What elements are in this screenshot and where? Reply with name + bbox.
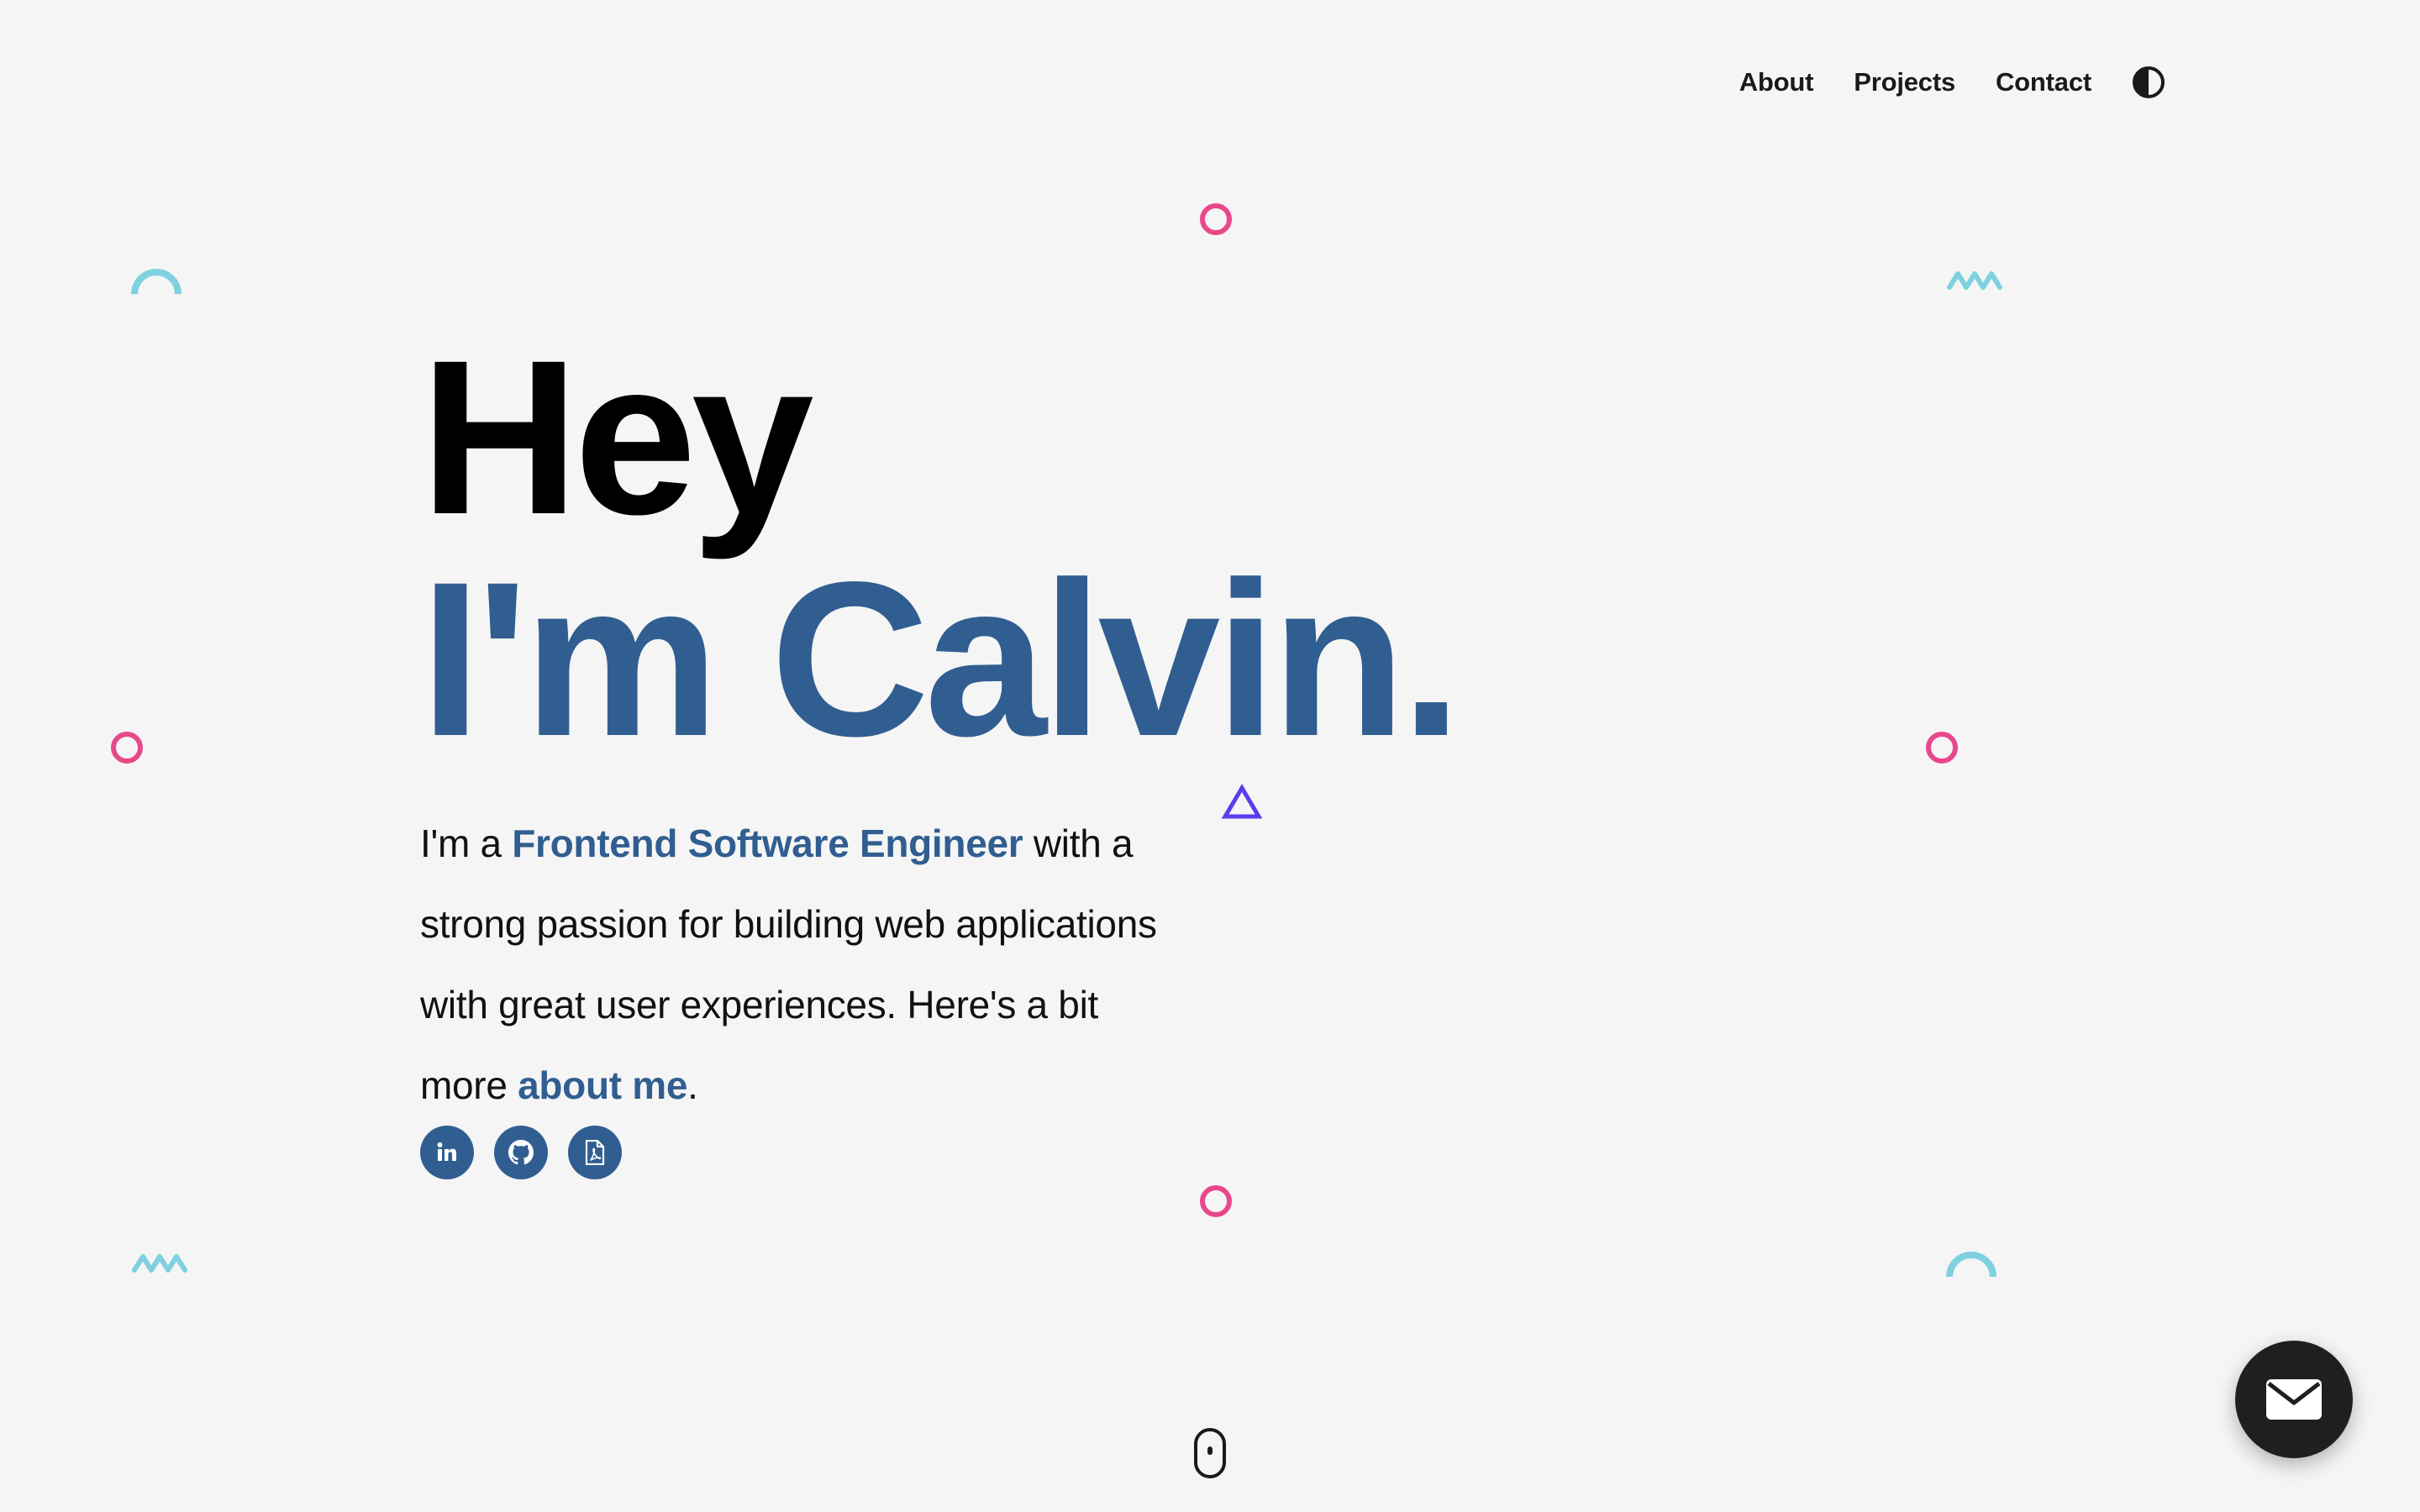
resume-button[interactable] bbox=[568, 1126, 622, 1179]
scroll-down-indicator[interactable] bbox=[1194, 1428, 1226, 1478]
pink-ring-decoration bbox=[1200, 1185, 1232, 1217]
linkedin-icon bbox=[437, 1142, 456, 1161]
theme-toggle-button[interactable] bbox=[2132, 66, 2165, 99]
github-icon bbox=[508, 1140, 534, 1165]
nav-contact-link[interactable]: Contact bbox=[1996, 67, 2091, 97]
about-me-link[interactable]: about me bbox=[518, 1063, 687, 1107]
pdf-icon bbox=[585, 1140, 605, 1165]
cyan-arc-decoration bbox=[131, 269, 182, 295]
bio-suffix: . bbox=[687, 1063, 698, 1107]
social-links bbox=[420, 1126, 622, 1179]
nav-about-link[interactable]: About bbox=[1739, 67, 1814, 97]
cyan-zigzag-decoration bbox=[1947, 271, 2002, 290]
pink-ring-decoration bbox=[1200, 203, 1232, 235]
mouse-icon bbox=[1207, 1446, 1213, 1455]
contact-mail-button[interactable] bbox=[2235, 1341, 2353, 1458]
cyan-zigzag-decoration bbox=[132, 1254, 187, 1273]
bio-role: Frontend Software Engineer bbox=[512, 822, 1023, 865]
bio-prefix: I'm a bbox=[420, 822, 513, 865]
hero-bio: I'm a Frontend Software Engineer with a … bbox=[420, 803, 1193, 1126]
github-button[interactable] bbox=[494, 1126, 548, 1179]
pink-ring-decoration bbox=[1926, 732, 1958, 764]
linkedin-button[interactable] bbox=[420, 1126, 474, 1179]
cyan-arc-decoration bbox=[1946, 1252, 1996, 1278]
mail-icon bbox=[2266, 1379, 2322, 1420]
pink-ring-decoration bbox=[111, 732, 143, 764]
hero-name: I'm Calvin. bbox=[420, 536, 1462, 782]
contrast-icon bbox=[2133, 66, 2165, 98]
hero-greeting: Hey bbox=[420, 314, 814, 560]
main-nav: About Projects Contact bbox=[1739, 64, 2165, 101]
nav-projects-link[interactable]: Projects bbox=[1854, 67, 1955, 97]
hero-section: Hey I'm Calvin. I'm a Frontend Software … bbox=[420, 314, 1462, 1164]
